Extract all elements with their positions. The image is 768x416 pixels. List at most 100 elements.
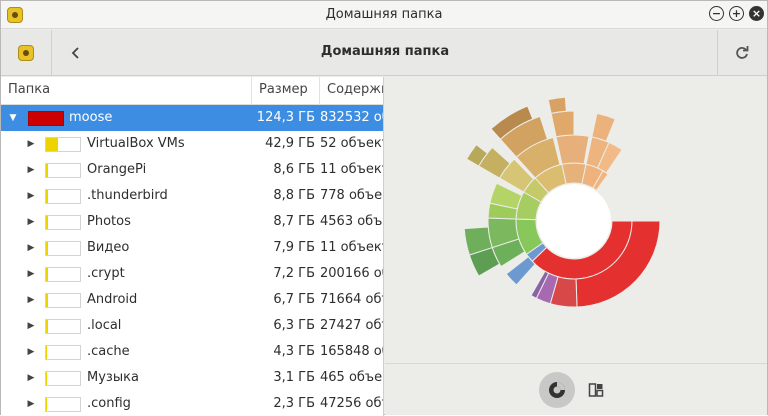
folder-size: 42,9 ГБ: [265, 136, 315, 151]
folder-size: 8,7 ГБ: [273, 214, 315, 229]
column-header-size[interactable]: Размер: [252, 77, 320, 105]
usage-bar: [45, 397, 81, 412]
usage-bar: [45, 241, 81, 256]
expander-right-icon[interactable]: ▶: [24, 313, 38, 339]
expander-right-icon[interactable]: ▶: [24, 365, 38, 391]
header-bar: Домашняя папка: [1, 30, 767, 76]
app-window: Домашняя папка − + × Домашняя папка Папк…: [0, 0, 768, 416]
ring-center[interactable]: [537, 184, 611, 258]
tree-row[interactable]: ▶ .thunderbird 8,8 ГБ 778 объектов: [1, 183, 383, 209]
folder-contents: 465 объектов: [320, 370, 383, 385]
rings-chart[interactable]: [385, 77, 767, 363]
refresh-button[interactable]: [725, 37, 759, 69]
folder-size: 8,8 ГБ: [273, 188, 315, 203]
usage-bar: [45, 267, 81, 282]
folder-contents: 47256 объектов: [320, 396, 383, 411]
folder-name: Android: [87, 292, 138, 307]
usage-bar: [45, 215, 81, 230]
rings-view-button[interactable]: [539, 372, 575, 408]
expander-down-icon[interactable]: ▼: [6, 105, 20, 131]
folder-contents: 71664 объекта: [320, 292, 383, 307]
expander-right-icon[interactable]: ▶: [24, 157, 38, 183]
folder-size: 3,1 ГБ: [273, 370, 315, 385]
folder-contents: 200166 объектов: [320, 266, 383, 281]
tree-row[interactable]: ▶ VirtualBox VMs 42,9 ГБ 52 объекта: [1, 131, 383, 157]
tree-row[interactable]: ▶ .local 6,3 ГБ 27427 объектов: [1, 313, 383, 339]
expander-right-icon[interactable]: ▶: [24, 391, 38, 416]
tree-row[interactable]: ▶ .config 2,3 ГБ 47256 объектов: [1, 391, 383, 416]
expander-right-icon[interactable]: ▶: [24, 209, 38, 235]
folder-size: 124,3 ГБ: [256, 110, 315, 125]
usage-bar: [28, 111, 64, 126]
tree-row[interactable]: ▶ Музыка 3,1 ГБ 465 объектов: [1, 365, 383, 391]
treemap-chart-icon: [588, 383, 604, 397]
usage-bar: [45, 163, 81, 178]
usage-bar: [45, 137, 81, 152]
tree-row[interactable]: ▶ .crypt 7,2 ГБ 200166 объектов: [1, 261, 383, 287]
tree-row[interactable]: ▶ .cache 4,3 ГБ 165848 объектов: [1, 339, 383, 365]
ring-segment[interactable]: [550, 110, 575, 138]
title-bar: Домашняя папка − + ×: [1, 1, 767, 29]
folder-name: .crypt: [87, 266, 125, 281]
tree-row[interactable]: ▶ OrangePi 8,6 ГБ 11 объектов: [1, 157, 383, 183]
refresh-icon: [736, 46, 749, 59]
rings-chart-icon: [549, 382, 565, 398]
tree-row[interactable]: ▶ Photos 8,7 ГБ 4563 объекта: [1, 209, 383, 235]
usage-bar-fill: [46, 216, 49, 229]
expander-right-icon[interactable]: ▶: [24, 261, 38, 287]
ring-segment[interactable]: [591, 112, 616, 142]
folder-name: Музыка: [87, 370, 139, 385]
usage-bar-fill: [46, 268, 49, 281]
header-title: Домашняя папка: [320, 44, 450, 59]
folder-name: Photos: [87, 214, 131, 229]
usage-bar-fill: [29, 112, 63, 125]
close-button[interactable]: ×: [749, 6, 764, 21]
usage-bar: [45, 371, 81, 386]
expander-right-icon[interactable]: ▶: [24, 339, 38, 365]
ring-segment[interactable]: [555, 134, 590, 165]
folder-contents: 11 объектов: [320, 162, 383, 177]
column-header-folder[interactable]: Папка: [1, 77, 252, 105]
expander-right-icon[interactable]: ▶: [24, 287, 38, 313]
folder-size: 2,3 ГБ: [273, 396, 315, 411]
folder-name: Видео: [87, 240, 130, 255]
folder-contents: 778 объектов: [320, 188, 383, 203]
usage-bar-fill: [46, 398, 47, 411]
folder-name: .config: [87, 396, 131, 411]
minimize-button[interactable]: −: [709, 6, 724, 21]
folder-name: moose: [69, 110, 113, 125]
folder-size: 4,3 ГБ: [273, 344, 315, 359]
folder-name: OrangePi: [87, 162, 147, 177]
window-title: Домашняя папка: [325, 7, 443, 22]
tree-row[interactable]: ▶ Android 6,7 ГБ 71664 объекта: [1, 287, 383, 313]
expander-right-icon[interactable]: ▶: [24, 131, 38, 157]
folder-contents: 11 объектов: [320, 240, 383, 255]
usage-bar: [45, 345, 81, 360]
tree-row-root[interactable]: ▼ moose 124,3 ГБ 832532 объекта: [1, 105, 383, 131]
folder-name: .cache: [87, 344, 130, 359]
ring-segment[interactable]: [547, 96, 567, 114]
column-header-contents[interactable]: Содержимое: [320, 77, 383, 105]
folder-contents: 165848 объектов: [320, 344, 383, 359]
folder-name: .local: [87, 318, 122, 333]
folder-tree[interactable]: Папка Размер Содержимое ▼ moose 124,3 ГБ…: [1, 77, 384, 416]
tree-row[interactable]: ▶ Видео 7,9 ГБ 11 объектов: [1, 235, 383, 261]
maximize-button[interactable]: +: [729, 6, 744, 21]
folder-contents: 27427 объектов: [320, 318, 383, 333]
usage-bar-fill: [46, 372, 47, 385]
rings-chart-area[interactable]: [385, 77, 767, 363]
expander-right-icon[interactable]: ▶: [24, 183, 38, 209]
folder-size: 7,2 ГБ: [273, 266, 315, 281]
tree-header: Папка Размер Содержимое: [1, 77, 383, 105]
usage-bar: [45, 319, 81, 334]
treemap-view-button[interactable]: [578, 372, 614, 408]
expander-right-icon[interactable]: ▶: [24, 235, 38, 261]
folder-name: .thunderbird: [87, 188, 168, 203]
usage-bar-fill: [46, 190, 49, 203]
chart-view-switcher: [385, 363, 767, 415]
folder-size: 8,6 ГБ: [273, 162, 315, 177]
folder-size: 7,9 ГБ: [273, 240, 315, 255]
usage-bar: [45, 189, 81, 204]
folder-name: VirtualBox VMs: [87, 136, 185, 151]
usage-bar-fill: [46, 294, 48, 307]
